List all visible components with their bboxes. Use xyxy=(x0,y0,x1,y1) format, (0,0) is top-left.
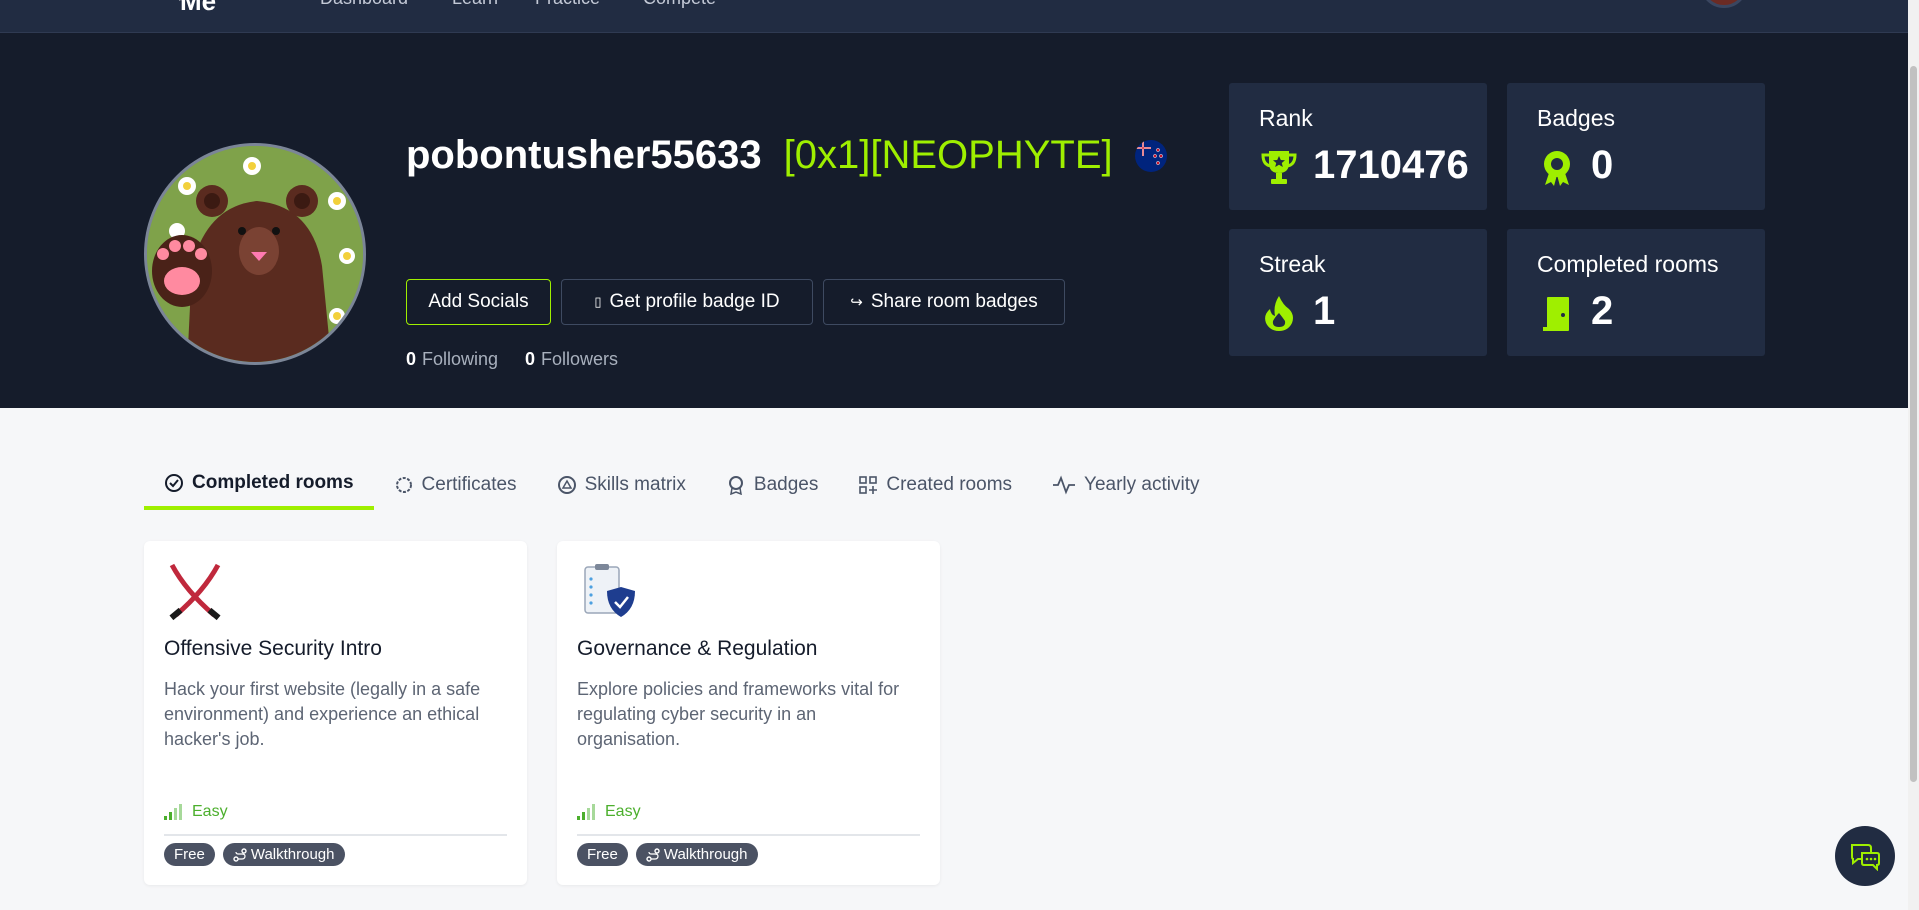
card-divider xyxy=(164,834,507,836)
share-room-badges-button[interactable]: ↪ Share room badges xyxy=(823,279,1065,325)
nav-practice[interactable]: Practice xyxy=(535,0,600,9)
streak-card: Streak 1 xyxy=(1229,229,1487,356)
user-level: [0x1][NEOPHYTE] xyxy=(783,133,1113,177)
following-label: Following xyxy=(422,349,499,369)
crossed-swords-icon xyxy=(169,563,221,621)
profile-avatar xyxy=(144,143,366,365)
badges-label: Badges xyxy=(1537,105,1616,131)
tag-free: Free xyxy=(577,843,628,866)
badge-icon xyxy=(1544,151,1570,186)
top-navbar: ⠿ Me Dashboard Learn Practice Compete xyxy=(0,0,1908,33)
room-tags: Free Walkthrough xyxy=(164,843,345,866)
grid-plus-icon xyxy=(859,476,878,494)
add-socials-button[interactable]: Add Socials xyxy=(406,279,551,325)
share-icon: ↪ xyxy=(850,294,863,311)
tag-walkthrough: Walkthrough xyxy=(635,843,758,866)
tag-free: Free xyxy=(164,843,215,866)
followers-label: Followers xyxy=(541,349,619,369)
tab-certificates[interactable]: Certificates xyxy=(374,460,537,510)
badge-outline-icon xyxy=(728,476,743,495)
completed-rooms-card: Completed rooms 2 xyxy=(1507,229,1765,356)
difficulty: Easy xyxy=(164,803,228,821)
add-socials-label: Add Socials xyxy=(428,291,529,312)
username-row: pobontusher55633 [0x1][NEOPHYTE] xyxy=(406,133,1167,178)
skills-icon xyxy=(557,476,576,494)
id-card-icon: ▯ xyxy=(594,294,602,309)
check-circle-icon xyxy=(165,474,183,492)
tag-walkthrough-label: Walkthrough xyxy=(663,846,748,863)
difficulty-label: Easy xyxy=(192,803,228,820)
profile-tabs: Completed rooms Certificates Skills matr… xyxy=(144,460,1220,510)
profile-hero: pobontusher55633 [0x1][NEOPHYTE] Add Soc… xyxy=(0,33,1908,408)
difficulty: Easy xyxy=(577,803,641,821)
room-card[interactable]: Governance & Regulation Explore policies… xyxy=(557,541,940,885)
badges-value: 0 xyxy=(1591,143,1614,187)
certificate-icon xyxy=(395,477,412,493)
site-logo[interactable]: Me xyxy=(180,0,216,17)
chat-button[interactable] xyxy=(1835,826,1895,886)
nav-compete[interactable]: Compete xyxy=(643,0,716,9)
room-description: Hack your first website (legally in a sa… xyxy=(164,679,481,749)
tab-yearly-activity[interactable]: Yearly activity xyxy=(1032,460,1219,510)
tab-skills-matrix[interactable]: Skills matrix xyxy=(537,460,706,510)
signal-bars-icon xyxy=(164,804,182,820)
trophy-icon xyxy=(1261,151,1297,184)
followers-count: 0 xyxy=(525,349,536,369)
scrollbar-thumb[interactable] xyxy=(1910,66,1917,782)
room-card[interactable]: Offensive Security Intro Hack your first… xyxy=(144,541,527,885)
bear-avatar-icon xyxy=(147,146,363,362)
tab-completed-rooms-label: Completed rooms xyxy=(192,472,354,493)
tab-certificates-label: Certificates xyxy=(421,474,517,495)
streak-value: 1 xyxy=(1313,289,1336,333)
chat-icon xyxy=(1851,844,1880,871)
username: pobontusher55633 xyxy=(406,133,762,177)
tab-completed-rooms[interactable]: Completed rooms xyxy=(144,460,374,510)
tab-skills-matrix-label: Skills matrix xyxy=(584,474,686,495)
following-count: 0 xyxy=(406,349,417,369)
followers-link[interactable]: 0 Followers xyxy=(525,349,618,370)
policy-shield-icon xyxy=(584,564,635,617)
nav-learn[interactable]: Learn xyxy=(452,0,498,9)
tab-created-rooms[interactable]: Created rooms xyxy=(838,460,1032,510)
rank-card: Rank 1710476 xyxy=(1229,83,1487,210)
get-badge-id-button[interactable]: ▯ Get profile badge ID xyxy=(561,279,813,325)
route-icon xyxy=(233,847,247,862)
activity-icon xyxy=(1053,475,1076,495)
following-link[interactable]: 0 Following xyxy=(406,349,498,370)
room-title: Offensive Security Intro xyxy=(164,637,382,660)
card-divider xyxy=(577,834,920,836)
flame-icon xyxy=(1265,296,1293,331)
share-room-badges-label: Share room badges xyxy=(870,291,1038,312)
badges-card: Badges 0 xyxy=(1507,83,1765,210)
difficulty-label: Easy xyxy=(605,803,641,820)
room-tags: Free Walkthrough xyxy=(577,843,758,866)
tag-walkthrough-label: Walkthrough xyxy=(250,846,335,863)
room-title: Governance & Regulation xyxy=(577,637,818,660)
nav-dashboard[interactable]: Dashboard xyxy=(320,0,408,9)
route-icon xyxy=(646,847,660,862)
get-badge-id-label: Get profile badge ID xyxy=(609,291,780,312)
tab-created-rooms-label: Created rooms xyxy=(886,474,1013,495)
rank-label: Rank xyxy=(1259,105,1313,131)
tab-badges-label: Badges xyxy=(753,474,819,495)
completed-rooms-label: Completed rooms xyxy=(1537,251,1719,277)
tab-yearly-activity-label: Yearly activity xyxy=(1084,474,1200,495)
door-icon xyxy=(1543,297,1569,331)
user-menu-avatar[interactable] xyxy=(1700,0,1748,8)
tag-walkthrough: Walkthrough xyxy=(222,843,345,866)
tab-badges[interactable]: Badges xyxy=(706,460,838,510)
rank-value: 1710476 xyxy=(1313,143,1469,187)
new-zealand-flag-icon xyxy=(1134,139,1167,172)
completed-rooms-value: 2 xyxy=(1591,289,1614,333)
signal-bars-icon xyxy=(577,804,595,820)
streak-label: Streak xyxy=(1259,251,1326,277)
room-description: Explore policies and frameworks vital fo… xyxy=(577,679,900,749)
